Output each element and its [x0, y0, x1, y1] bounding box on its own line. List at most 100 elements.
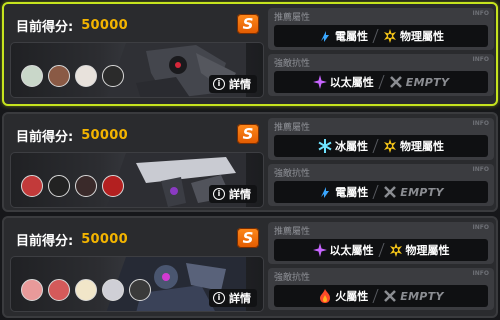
- avatar: [102, 279, 124, 301]
- rank-badge: S: [237, 14, 259, 34]
- attr-label: 以太屬性: [329, 76, 374, 89]
- recommended-title: 推薦屬性: [274, 13, 311, 23]
- info-tag: INFO: [472, 270, 489, 277]
- enemy-banner: i 詳情: [10, 256, 264, 312]
- attr-electric: 電屬性: [318, 28, 368, 44]
- attr-row: 電屬性 EMPTY: [274, 181, 488, 203]
- ether-icon: [312, 75, 327, 89]
- physical-icon: [384, 139, 396, 153]
- resist-title: 強敵抗性: [274, 59, 311, 69]
- avatar: [75, 65, 97, 87]
- electric-icon: [321, 187, 330, 198]
- info-tag: INFO: [472, 120, 489, 127]
- team-avatars: [21, 279, 151, 301]
- resist-title: 強敵抗性: [274, 169, 311, 179]
- avatar: [21, 279, 43, 301]
- avatar: [21, 65, 43, 87]
- attr-label: 物理屬性: [400, 30, 444, 43]
- enemy-banner: i 詳情: [10, 42, 264, 98]
- enemy-card-1[interactable]: 目前得分: 50000 S i 詳情 推薦屬性 INFO 電屬性 物理屬性 強敵…: [2, 2, 498, 106]
- attr-empty: EMPTY: [383, 289, 444, 303]
- attr-label: 電屬性: [335, 186, 369, 199]
- attr-ether: 以太屬性: [312, 74, 374, 90]
- attr-row: 以太屬性 物理屬性: [274, 239, 488, 261]
- info-icon: i: [213, 188, 225, 200]
- resist-title: 強敵抗性: [274, 273, 311, 283]
- divider: [372, 139, 379, 153]
- recommended-title: 推薦屬性: [274, 227, 311, 237]
- score-row: 目前得分: 50000: [16, 14, 128, 36]
- avatar: [48, 279, 70, 301]
- detail-label: 詳情: [229, 292, 251, 305]
- divider: [372, 185, 379, 199]
- attr-electric: 電屬性: [318, 184, 368, 200]
- rank-badge: S: [237, 124, 259, 144]
- avatar: [75, 175, 97, 197]
- detail-label: 詳情: [229, 188, 251, 201]
- score-row: 目前得分: 50000: [16, 124, 128, 146]
- resist-attributes: 強敵抗性 INFO 火屬性 EMPTY: [268, 268, 494, 310]
- detail-button[interactable]: i 詳情: [209, 75, 257, 93]
- info-icon: i: [213, 78, 225, 90]
- attr-label: 物理屬性: [400, 140, 444, 153]
- detail-button[interactable]: i 詳情: [209, 185, 257, 203]
- resist-attributes: 強敵抗性 INFO 以太屬性 EMPTY: [268, 54, 494, 96]
- avatar: [75, 279, 97, 301]
- rank-badge: S: [237, 228, 259, 248]
- ice-icon: [318, 139, 332, 153]
- attr-ether: 以太屬性: [312, 242, 374, 258]
- empty-icon: [389, 76, 402, 88]
- attr-physical: 物理屬性: [383, 138, 444, 154]
- info-tag: INFO: [472, 56, 489, 63]
- detail-button[interactable]: i 詳情: [209, 289, 257, 307]
- attr-fire: 火屬性: [318, 288, 368, 304]
- physical-icon: [384, 29, 396, 43]
- attr-label: EMPTY: [400, 289, 444, 303]
- info-tag: INFO: [472, 166, 489, 173]
- score-label: 目前得分:: [16, 233, 74, 249]
- enemy-banner: i 詳情: [10, 152, 264, 208]
- recommended-attributes: 推薦屬性 INFO 以太屬性 物理屬性: [268, 222, 494, 264]
- score-value: 50000: [81, 17, 128, 33]
- empty-icon: [384, 290, 397, 302]
- avatar: [102, 175, 124, 197]
- attr-row: 電屬性 物理屬性: [274, 25, 488, 47]
- divider: [372, 29, 379, 43]
- attr-row: 以太屬性 EMPTY: [274, 71, 488, 93]
- attr-label: EMPTY: [405, 75, 450, 89]
- recommended-title: 推薦屬性: [274, 123, 311, 133]
- avatar: [48, 65, 70, 87]
- enemy-card-2[interactable]: 目前得分: 50000 S i 詳情 推薦屬性 INFO 冰屬性 物理屬性 強敵…: [2, 112, 498, 212]
- attr-ice: 冰屬性: [318, 138, 368, 154]
- empty-icon: [384, 186, 397, 198]
- divider: [378, 75, 385, 89]
- physical-icon: [389, 243, 402, 257]
- attr-row: 火屬性 EMPTY: [274, 285, 488, 307]
- info-tag: INFO: [472, 224, 489, 231]
- attr-label: EMPTY: [400, 185, 444, 199]
- score-label: 目前得分:: [16, 129, 74, 145]
- score-value: 50000: [81, 127, 128, 143]
- attr-empty: EMPTY: [383, 185, 444, 199]
- divider: [372, 289, 379, 303]
- avatar: [21, 175, 43, 197]
- recommended-attributes: 推薦屬性 INFO 電屬性 物理屬性: [268, 8, 494, 50]
- score-row: 目前得分: 50000: [16, 228, 128, 250]
- team-avatars: [21, 175, 124, 197]
- resist-attributes: 強敵抗性 INFO 電屬性 EMPTY: [268, 164, 494, 206]
- info-icon: i: [213, 292, 225, 304]
- attr-label: 電屬性: [335, 30, 368, 43]
- ether-icon: [312, 243, 327, 257]
- fire-icon: [320, 289, 331, 303]
- attr-label: 冰屬性: [335, 140, 368, 153]
- avatar: [48, 175, 70, 197]
- electric-icon: [321, 31, 329, 42]
- info-tag: INFO: [472, 10, 489, 17]
- score-label: 目前得分:: [16, 19, 74, 35]
- recommended-attributes: 推薦屬性 INFO 冰屬性 物理屬性: [268, 118, 494, 160]
- score-value: 50000: [81, 231, 128, 247]
- attr-empty: EMPTY: [389, 75, 450, 89]
- enemy-card-3[interactable]: 目前得分: 50000 S i 詳情 推薦屬性 INFO 以太屬性 物理屬性 強…: [2, 216, 498, 318]
- detail-label: 詳情: [229, 78, 251, 91]
- avatar: [102, 65, 124, 87]
